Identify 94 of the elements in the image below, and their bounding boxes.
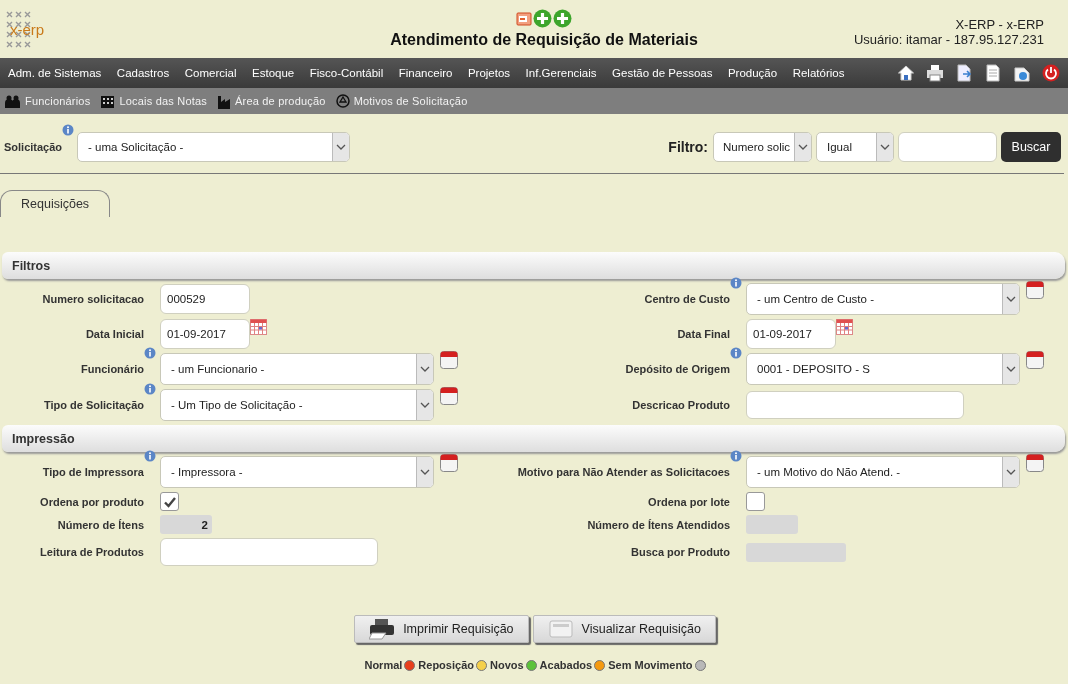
menu-item[interactable]: Comercial xyxy=(184,67,237,79)
submenu-item[interactable]: Motivos de Solicitação xyxy=(353,95,468,107)
chevron-icon xyxy=(1006,296,1016,302)
field-label: Busca por Produto xyxy=(630,546,730,558)
field-label: Tipo de Impressora xyxy=(41,466,144,478)
chevron-icon xyxy=(336,144,347,150)
tab[interactable]: Requisições xyxy=(0,190,111,217)
field-label: Ordena por lote xyxy=(647,495,730,508)
dropdown[interactable]: - uma Solicitação - xyxy=(77,132,351,162)
submenu-item[interactable]: Área de produção xyxy=(235,95,326,107)
building-icon xyxy=(100,93,116,109)
legend-label: Reposição xyxy=(418,659,474,671)
dropdown[interactable]: - Impressora - xyxy=(160,456,434,488)
input-field[interactable]: 000529 xyxy=(160,284,250,314)
chevron-icon xyxy=(798,144,808,150)
chevron-icon xyxy=(420,366,430,372)
calendar-icon[interactable] xyxy=(250,319,267,335)
chevron-icon xyxy=(420,469,430,475)
add-icon[interactable] xyxy=(552,9,572,28)
field-label: Número de Ítens Atendidos xyxy=(586,518,730,531)
home-icon[interactable] xyxy=(897,64,915,82)
dropdown[interactable]: Numero solic xyxy=(713,132,812,162)
people-icon xyxy=(5,94,21,108)
section-title: Impressão xyxy=(12,431,75,446)
power-icon[interactable] xyxy=(1042,64,1060,82)
calendar-page-icon[interactable] xyxy=(440,387,458,405)
field-label: Funcionário xyxy=(80,363,144,375)
dropdown[interactable]: - Um Tipo de Solicitação - xyxy=(160,389,434,421)
chevron-icon xyxy=(420,402,430,408)
chevron-icon xyxy=(1006,366,1016,372)
dropdown[interactable]: - um Funcionario - xyxy=(160,353,434,385)
menu-item[interactable]: Produção xyxy=(727,67,778,79)
menu-item[interactable]: Fisco-Contábil xyxy=(309,67,384,79)
factory-icon xyxy=(217,93,231,109)
system-name: X-ERP - x-ERP xyxy=(955,17,1044,32)
input-field: 2 xyxy=(160,515,212,534)
legend-label: Novos xyxy=(490,659,524,671)
add-icon[interactable] xyxy=(532,9,552,28)
page-title: Atendimento de Requisição de Materiais xyxy=(390,31,698,49)
menu-item[interactable]: Gestão de Pessoas xyxy=(612,67,713,79)
presentation-icon[interactable] xyxy=(515,10,532,27)
document-icon[interactable] xyxy=(984,64,1002,82)
calendar-page-icon[interactable] xyxy=(440,454,458,472)
date-field[interactable]: 01-09-2017 xyxy=(160,319,250,349)
print-button[interactable]: Imprimir Requisição xyxy=(354,615,529,643)
checkbox[interactable] xyxy=(746,492,765,511)
field-label: Centro de Custo xyxy=(643,293,730,305)
calendar-page-icon[interactable] xyxy=(1026,281,1044,299)
search-field[interactable] xyxy=(898,132,997,162)
calendar-page-icon[interactable] xyxy=(1026,454,1044,472)
submenu-item[interactable]: Locais das Notas xyxy=(119,95,207,107)
submenu-item[interactable]: Funcionários xyxy=(25,95,91,107)
field-label: Data Final xyxy=(676,328,730,340)
field-label: Número de Ítens xyxy=(56,518,144,531)
menu-item[interactable]: Financeiro xyxy=(398,67,453,79)
input-field[interactable] xyxy=(160,538,378,566)
search-button[interactable]: Buscar xyxy=(1001,132,1061,162)
calendar-icon[interactable] xyxy=(836,319,853,335)
field-label: Motivo para Não Atender as Solicitacoes xyxy=(516,466,730,478)
logo-text: x-erp xyxy=(10,20,45,38)
preview-button[interactable]: Visualizar Requisição xyxy=(532,615,716,643)
field-label: Leitura de Produtos xyxy=(39,546,144,558)
calendar-page-icon[interactable] xyxy=(1026,351,1044,369)
menu-item[interactable]: Inf.Gerenciais xyxy=(525,67,597,79)
field-label: Data Inicial xyxy=(84,328,144,340)
field-label: Depósito de Origem xyxy=(624,363,730,375)
user-info: Usuário: itamar - 187.95.127.231 xyxy=(853,32,1044,47)
menu-item[interactable]: Cadastros xyxy=(116,67,170,79)
dropdown[interactable]: - um Motivo do Não Atend. - xyxy=(746,456,1020,488)
input-field[interactable] xyxy=(746,391,964,419)
chevron-icon xyxy=(880,144,890,150)
date-field[interactable]: 01-09-2017 xyxy=(746,319,836,349)
document-icon[interactable] xyxy=(955,64,973,82)
field-label: Descricao Produto xyxy=(631,399,730,411)
info-icon xyxy=(62,124,75,136)
field-label: Numero solicitacao xyxy=(41,293,144,305)
chevron-icon xyxy=(1006,469,1016,475)
calendar-page-icon[interactable] xyxy=(440,351,458,369)
filter-label: Filtro: xyxy=(668,139,708,155)
field-label: Tipo de Solicitação xyxy=(42,399,144,411)
dropdown[interactable]: Igual xyxy=(816,132,894,162)
menu-item[interactable]: Projetos xyxy=(467,67,511,79)
legend-label: Normal xyxy=(364,659,403,671)
checkbox[interactable] xyxy=(160,492,179,511)
dropdown[interactable]: 0001 - DEPOSITO - S xyxy=(746,353,1020,385)
menu-item[interactable]: Relatórios xyxy=(792,67,845,79)
menu-item[interactable]: Adm. de Sistemas xyxy=(8,67,102,79)
field-label: Ordena por produto xyxy=(39,495,144,508)
section-title: Filtros xyxy=(12,258,51,273)
menu-item[interactable]: Estoque xyxy=(252,67,295,79)
field-label: Solicitação xyxy=(4,141,63,153)
legend-label: Acabados xyxy=(539,659,593,671)
dropdown[interactable]: - um Centro de Custo - xyxy=(746,283,1020,315)
legend-label: Sem Movimento xyxy=(608,659,693,671)
